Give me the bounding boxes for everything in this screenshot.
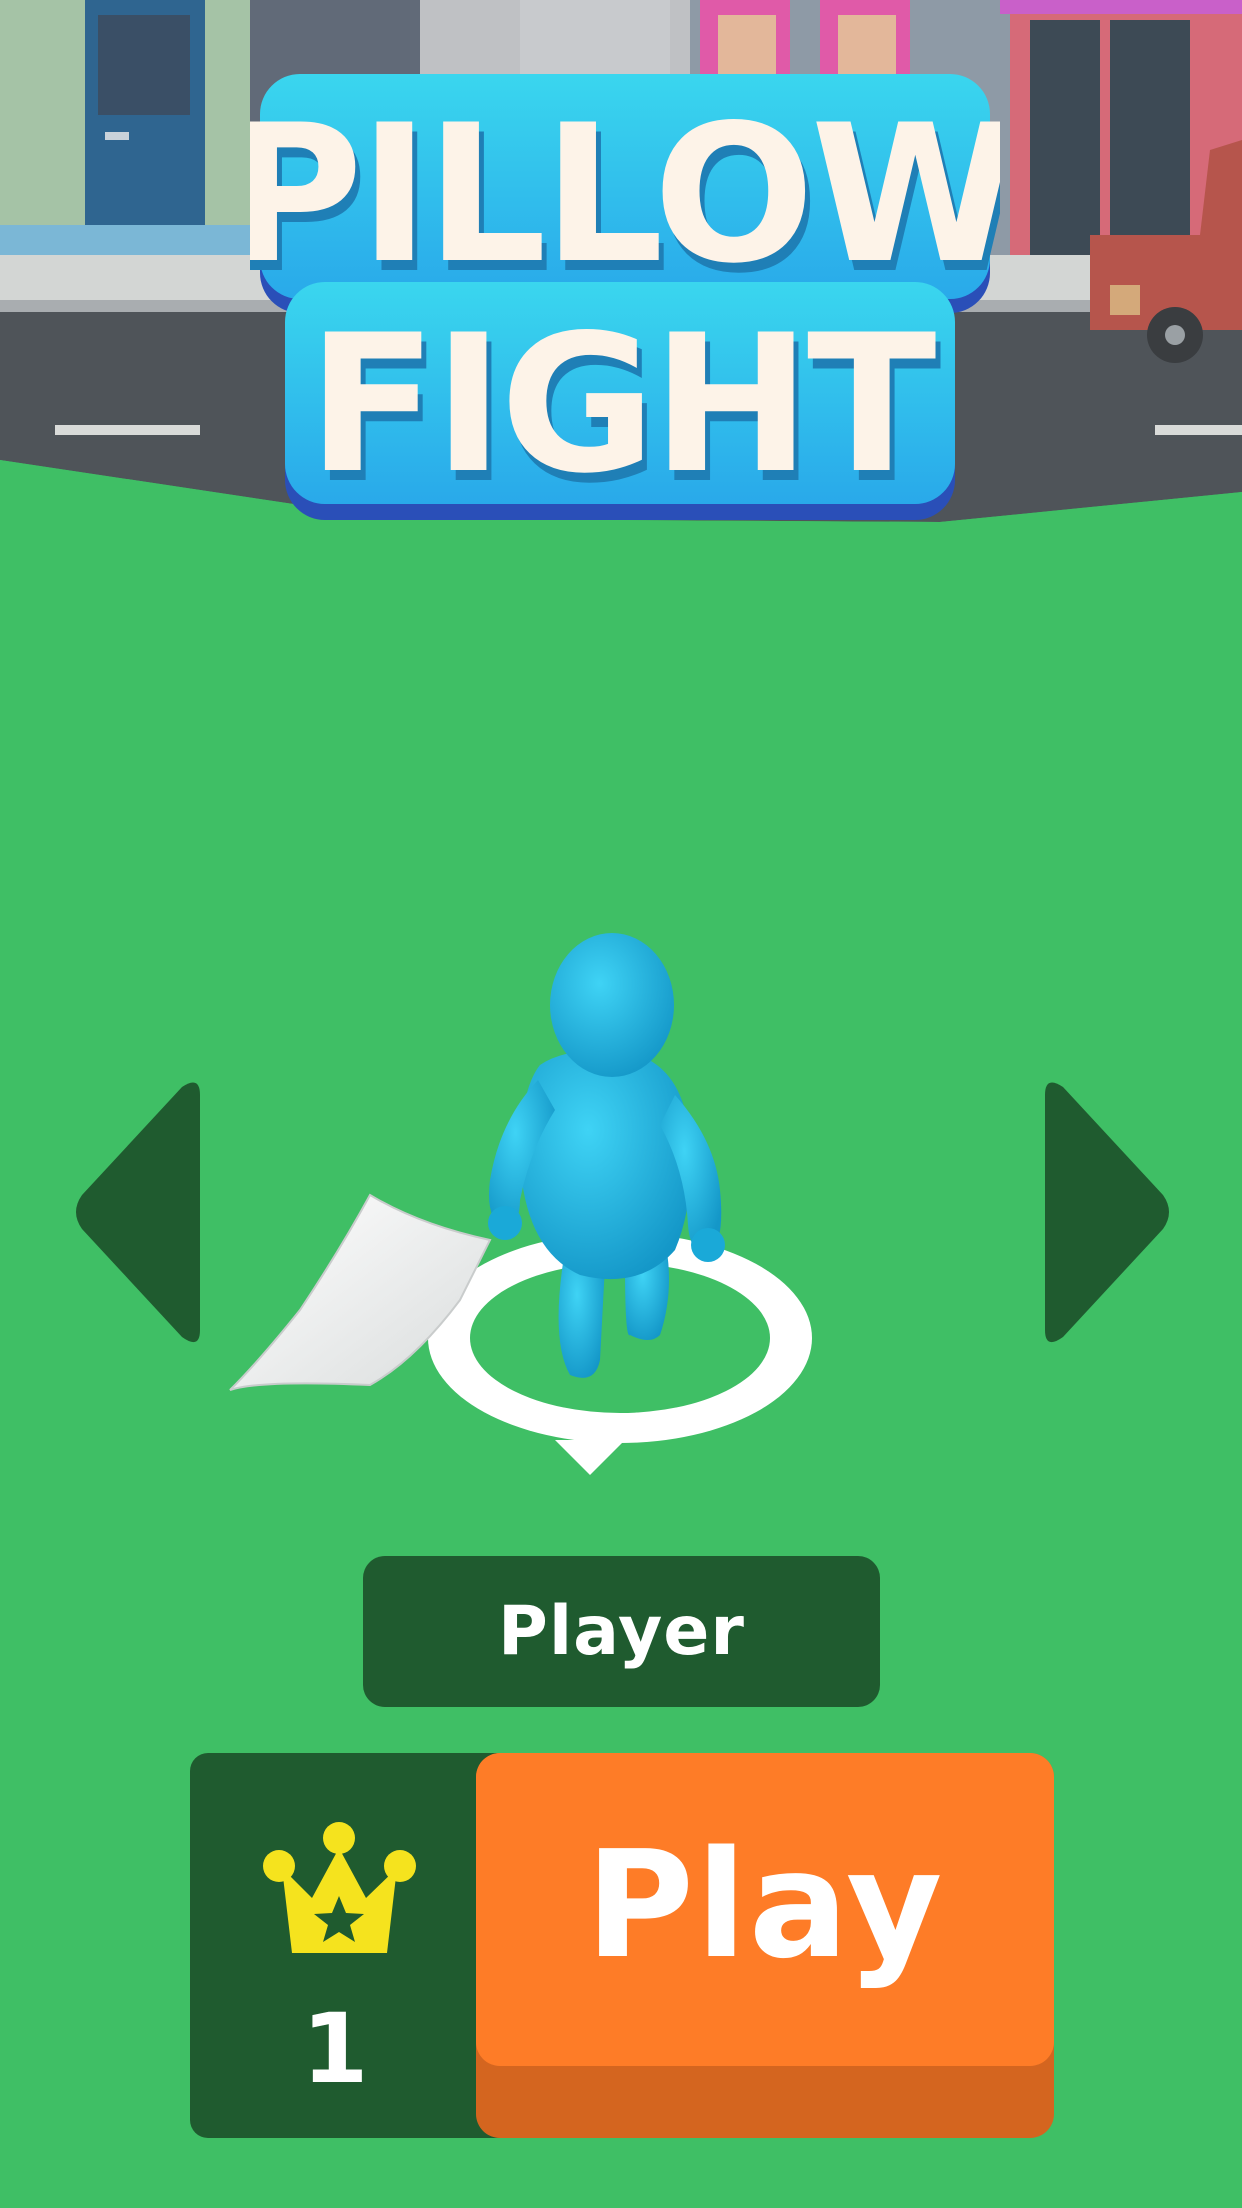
crown-icon (263, 1822, 416, 1953)
level-number: 1 (301, 1993, 369, 2105)
level-indicator: 1 (190, 1753, 520, 2138)
play-button[interactable]: Play (476, 1753, 1054, 2138)
game-screen: PILLOW PILLOW FIGHT FIGHT Player 1 Play (0, 0, 1242, 2208)
title-line-2: FIGHT (307, 294, 935, 515)
player-character (229, 933, 812, 1475)
title-line-1: PILLOW (250, 84, 1000, 305)
play-button-label: Play (585, 1818, 945, 1991)
game-title-logo: PILLOW PILLOW FIGHT FIGHT (250, 74, 1000, 525)
previous-skin-arrow-icon[interactable] (70, 1075, 210, 1350)
play-button-face[interactable]: Play (476, 1753, 1054, 2066)
player-name-label[interactable]: Player (363, 1556, 880, 1707)
next-skin-arrow-icon[interactable] (1035, 1075, 1175, 1350)
